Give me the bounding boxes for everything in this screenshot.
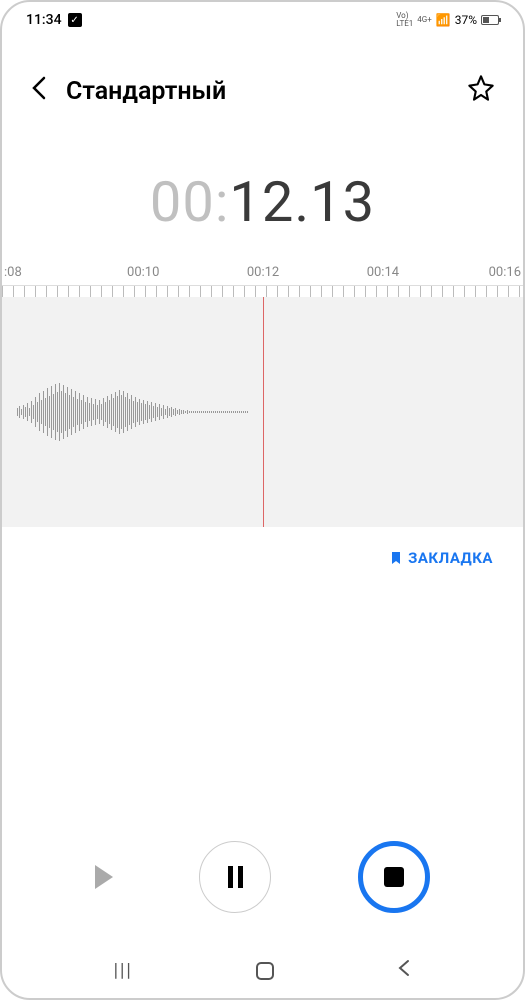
status-right: Vo)LTE1 4G+ 📶 37%	[396, 12, 499, 28]
nav-back-button[interactable]	[397, 958, 411, 984]
status-bar: 11:34 ✓ Vo)LTE1 4G+ 📶 37%	[2, 2, 523, 34]
nav-recents-button[interactable]: |||	[114, 960, 133, 981]
signal-icon: 4G+	[417, 16, 431, 24]
playback-controls	[2, 841, 523, 913]
timer-minutes: 00:	[150, 169, 230, 235]
page-title: Стандартный	[66, 77, 449, 106]
check-icon: ✓	[68, 13, 82, 27]
stop-button[interactable]	[358, 841, 430, 913]
bookmark-button[interactable]: ЗАКЛАДКА	[390, 549, 493, 567]
playhead-indicator	[263, 297, 264, 527]
timeline-tick-label: 00:10	[127, 265, 159, 280]
timeline-tick-label: 00:12	[247, 265, 279, 280]
stop-icon	[384, 867, 404, 887]
favorite-button[interactable]	[467, 74, 495, 109]
navigation-bar: |||	[2, 943, 523, 998]
bookmark-label: ЗАКЛАДКА	[408, 549, 493, 567]
signal-bars-icon: 📶	[436, 13, 451, 27]
timer-seconds: 12.13	[229, 169, 375, 235]
back-button[interactable]	[30, 74, 48, 109]
pause-icon	[228, 866, 243, 888]
bookmark-icon	[390, 551, 402, 565]
waveform-area[interactable]	[2, 297, 523, 527]
pause-button[interactable]	[199, 841, 271, 913]
timeline-tick-label: 00:14	[367, 265, 399, 280]
network-icon: Vo)LTE1	[396, 12, 413, 28]
header: Стандартный	[2, 34, 523, 129]
timeline-ticks	[2, 285, 523, 297]
status-time: 11:34	[26, 12, 62, 28]
timer-display: 00:12.13	[2, 129, 523, 265]
play-button[interactable]	[95, 865, 113, 889]
timeline-labels: :08 00:10 00:12 00:14 00:16	[2, 265, 523, 285]
nav-home-button[interactable]	[256, 962, 274, 980]
status-left: 11:34 ✓	[26, 12, 82, 28]
battery-icon	[481, 15, 499, 25]
waveform	[2, 352, 263, 472]
timeline-tick-label: 00:16	[489, 265, 521, 280]
battery-percent: 37%	[455, 13, 477, 27]
bookmark-row: ЗАКЛАДКА	[2, 527, 523, 591]
timeline-tick-label: :08	[4, 265, 22, 280]
